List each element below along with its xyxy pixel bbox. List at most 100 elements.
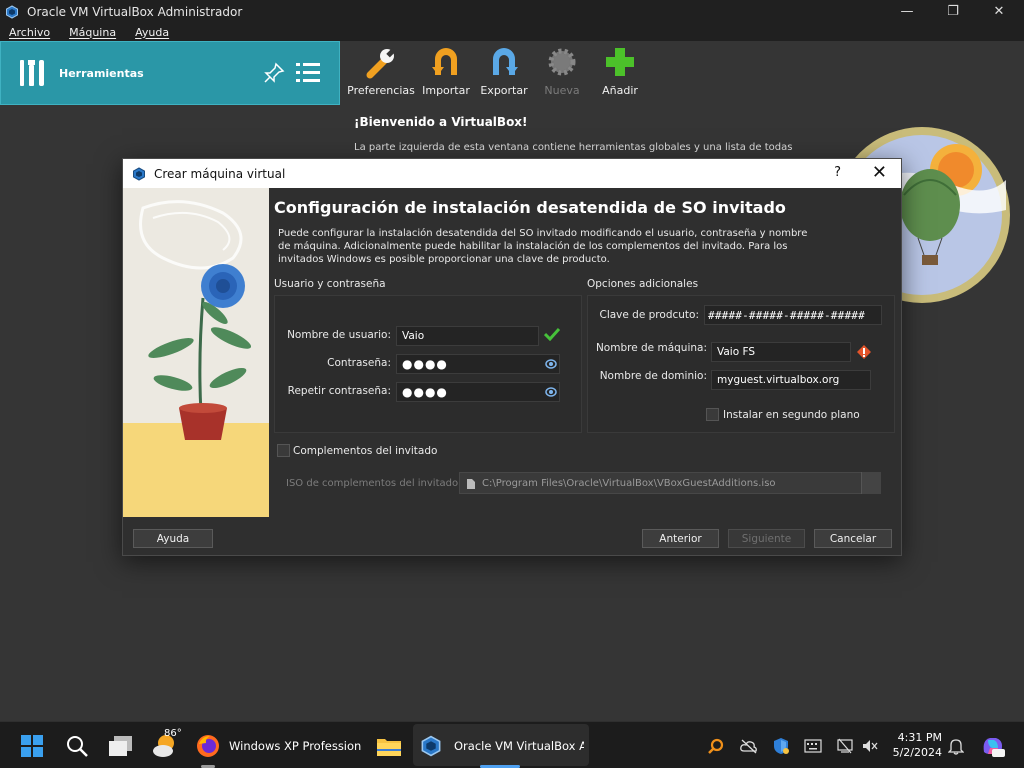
flower-illustration	[123, 188, 269, 517]
background-install-checkbox[interactable]	[706, 408, 719, 421]
bell-icon	[948, 738, 964, 755]
import-button[interactable]: Importar	[417, 44, 475, 104]
welcome-text: La parte izquierda de esta ventana conti…	[354, 142, 794, 153]
eye-icon[interactable]	[545, 358, 557, 370]
task-view-button[interactable]	[108, 722, 134, 768]
repeat-password-input[interactable]: ●●●●	[396, 382, 560, 402]
username-label: Nombre de usuario:	[287, 329, 391, 341]
search-button[interactable]	[65, 722, 89, 768]
firefox-icon	[197, 734, 219, 757]
taskbar-clock[interactable]: 4:31 PM 5/2/2024	[882, 730, 942, 760]
notifications-button[interactable]	[948, 722, 964, 768]
list-menu-icon[interactable]	[296, 62, 320, 84]
tray-security[interactable]	[772, 722, 790, 768]
product-key-label: Clave de prodcuto:	[599, 309, 699, 321]
shield-icon	[774, 737, 789, 754]
tray-keyboard[interactable]	[804, 722, 822, 768]
flower-pot-icon	[123, 188, 269, 517]
taskbar: 86° Windows XP Profession Oracle VM Virt…	[0, 721, 1024, 768]
help-button[interactable]: Ayuda	[133, 529, 213, 548]
import-icon	[432, 48, 457, 75]
add-button[interactable]: Añadir	[591, 44, 649, 104]
window-title: Oracle VM VirtualBox Administrador	[27, 4, 243, 19]
password-input[interactable]: ●●●●	[396, 354, 560, 374]
create-vm-dialog: Crear máquina virtual ? ✕ Configuración …	[122, 158, 902, 556]
search-icon	[67, 735, 88, 757]
speaker-mute-icon	[863, 739, 878, 752]
help-glyph-button[interactable]: ?	[834, 165, 841, 180]
additional-group-title: Opciones adicionales	[587, 278, 699, 290]
product-key-input[interactable]: #####-#####-#####-#####	[704, 305, 882, 325]
plus-icon	[606, 48, 634, 76]
tray-network[interactable]	[836, 722, 854, 768]
tray-search-app[interactable]	[708, 722, 724, 768]
menu-bar: Archivo Máquina Ayuda	[0, 23, 1024, 41]
hostname-label: Nombre de máquina:	[595, 342, 707, 354]
hostname-input[interactable]: Vaio FS	[711, 342, 851, 362]
copilot-icon	[983, 737, 1005, 757]
domain-input[interactable]: myguest.virtualbox.org	[711, 370, 871, 390]
tools-panel[interactable]: Herramientas	[0, 41, 340, 105]
domain-label: Nombre de dominio:	[599, 370, 707, 382]
menu-ayuda[interactable]: Ayuda	[135, 26, 169, 39]
windows-icon	[21, 734, 43, 757]
pin-icon[interactable]	[263, 62, 285, 84]
virtualbox-icon	[133, 166, 145, 181]
new-button[interactable]: Nueva	[533, 44, 591, 104]
export-button[interactable]: Exportar	[475, 44, 533, 104]
magnifier-icon	[708, 738, 724, 754]
check-icon	[544, 327, 560, 341]
close-window-button[interactable]: ✕	[976, 0, 1022, 23]
main-titlebar: Oracle VM VirtualBox Administrador	[0, 0, 1024, 23]
wrench-icon	[366, 48, 396, 79]
iso-label: ISO de complementos del invitado:	[286, 478, 462, 489]
cancel-button[interactable]: Cancelar	[814, 529, 892, 548]
minimize-button[interactable]: —	[884, 0, 930, 23]
gear-icon	[548, 48, 576, 76]
file-icon	[467, 479, 475, 489]
preferences-button[interactable]: Preferencias	[345, 44, 417, 104]
iso-path-input[interactable]: C:\Program Files\Oracle\VirtualBox\VBoxG…	[459, 472, 881, 494]
repeat-password-label: Repetir contraseña:	[287, 385, 391, 397]
start-button[interactable]	[20, 722, 44, 768]
tools-label: Herramientas	[59, 66, 144, 80]
dialog-titlebar: Crear máquina virtual ? ✕	[123, 159, 901, 188]
file-explorer-button[interactable]	[376, 722, 402, 768]
dialog-title: Crear máquina virtual	[154, 166, 286, 181]
maximize-button[interactable]: ❐	[930, 0, 976, 23]
clock-date: 5/2/2024	[892, 746, 942, 759]
keyboard-icon	[804, 738, 822, 753]
warning-icon	[857, 345, 871, 359]
iso-browse-button[interactable]	[861, 472, 881, 494]
page-description: Puede configurar la instalación desatend…	[278, 228, 808, 265]
folder-icon	[377, 738, 401, 756]
virtualbox-taskbar-button[interactable]: Oracle VM VirtualBox Ad	[420, 722, 584, 768]
background-install-label: Instalar en segundo plano	[723, 409, 860, 421]
copilot-button[interactable]	[980, 722, 1006, 768]
main-toolbar: Preferencias Importar Exportar Nueva Aña…	[345, 44, 649, 104]
menu-archivo[interactable]: Archivo	[9, 26, 50, 39]
password-label: Contraseña:	[327, 357, 391, 369]
virtualbox-icon	[421, 735, 441, 756]
dialog-close-button[interactable]: ✕	[872, 162, 887, 183]
weather-widget[interactable]: 86°	[152, 722, 182, 768]
export-icon	[493, 48, 518, 75]
user-group-title: Usuario y contraseña	[274, 278, 386, 290]
tray-volume[interactable]	[862, 722, 878, 768]
back-button[interactable]: Anterior	[642, 529, 719, 548]
username-input[interactable]: Vaio	[396, 326, 539, 346]
welcome-title: ¡Bienvenido a VirtualBox!	[354, 115, 528, 129]
tray-network-off[interactable]	[740, 722, 758, 768]
guest-additions-checkbox[interactable]	[277, 444, 290, 457]
firefox-taskbar-button[interactable]: Windows XP Profession	[196, 722, 361, 768]
menu-maquina[interactable]: Máquina	[69, 26, 116, 39]
next-button[interactable]: Siguiente	[728, 529, 805, 548]
page-heading: Configuración de instalación desatendida…	[274, 198, 786, 217]
network-off-icon	[837, 738, 853, 753]
task-view-icon	[109, 735, 132, 756]
virtualbox-icon	[6, 4, 18, 19]
cloud-off-icon	[740, 739, 757, 753]
guest-additions-label: Complementos del invitado	[293, 445, 438, 457]
clock-time: 4:31 PM	[897, 731, 942, 744]
eye-icon[interactable]	[545, 386, 557, 398]
